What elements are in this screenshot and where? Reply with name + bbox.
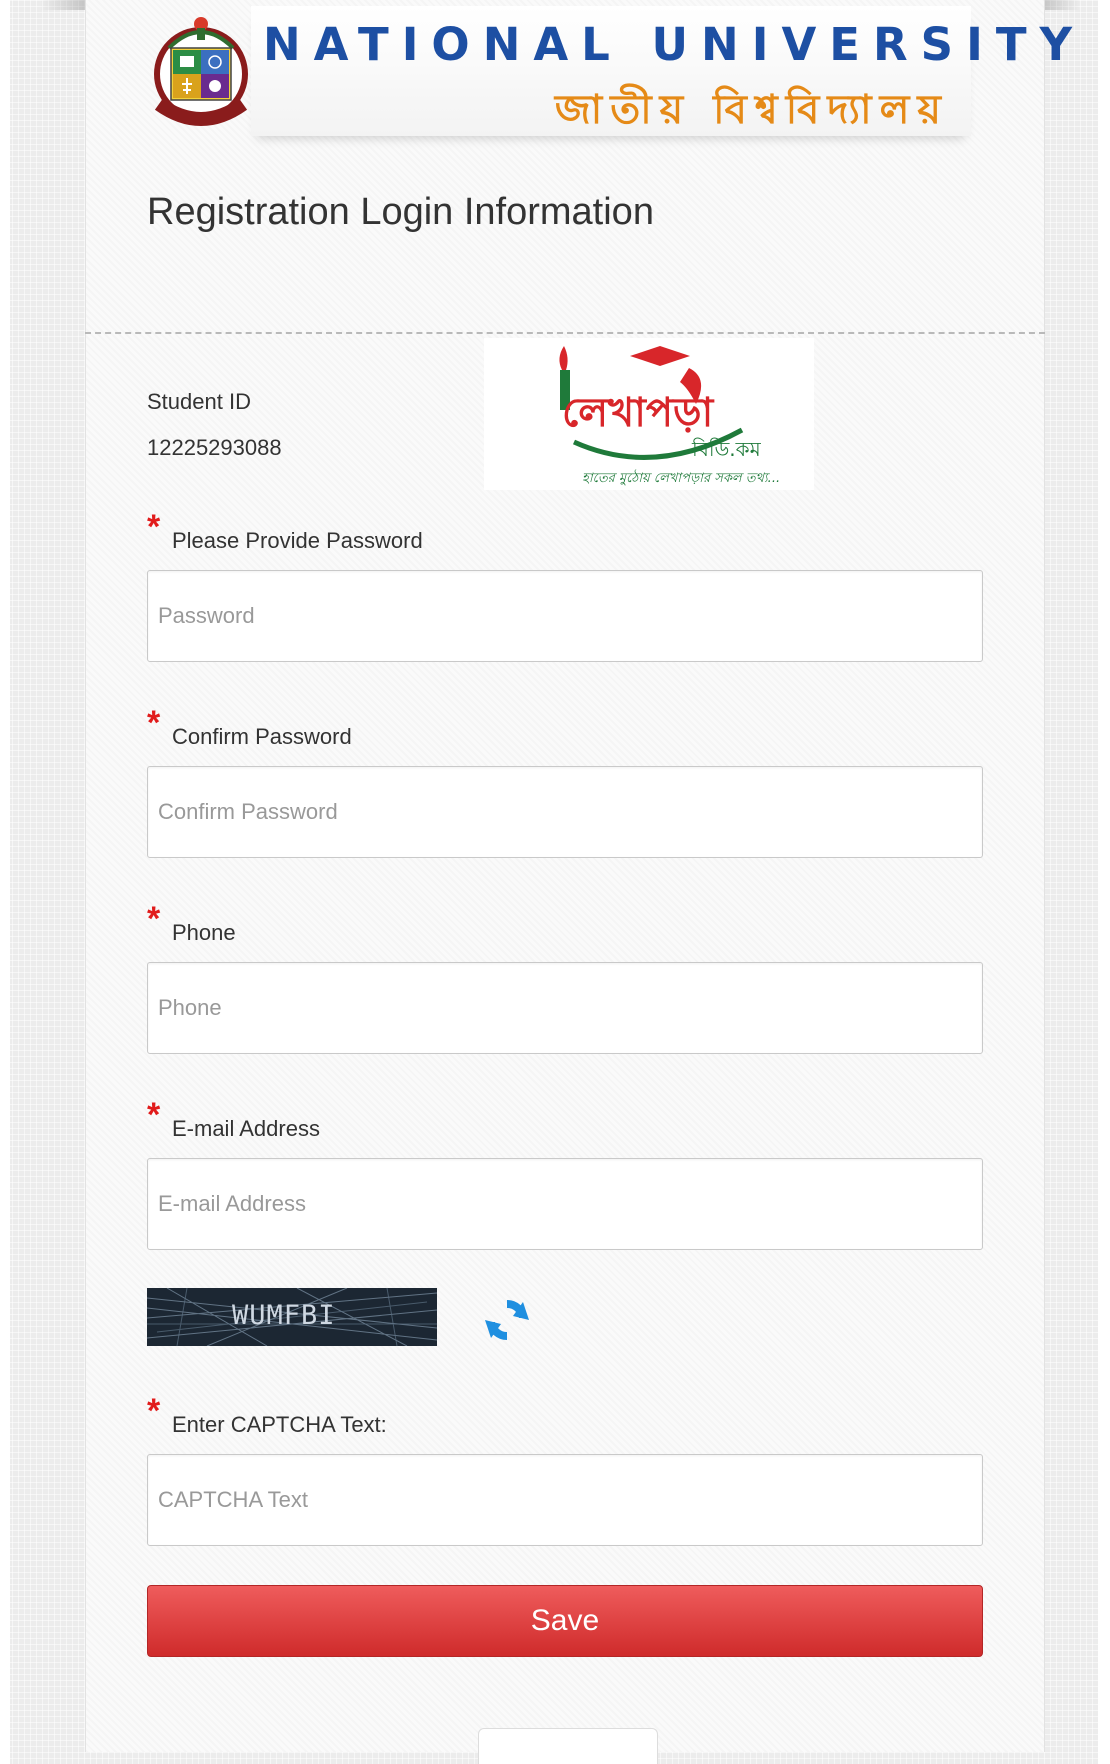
captcha-image: WUMFBI <box>147 1288 437 1346</box>
email-label: E-mail Address <box>172 1116 320 1141</box>
phone-label: Phone <box>172 920 236 945</box>
lekhapora-logo-graphic: লেখাপড়া বিডি.কম হাতের মুঠোয় লেখাপড়ার … <box>559 346 780 487</box>
email-input[interactable] <box>147 1158 983 1250</box>
logo-tagline: হাতের মুঠোয় লেখাপড়ার সকল তথ্য... <box>582 469 780 487</box>
student-id-label: Student ID <box>147 389 251 414</box>
required-marker: * <box>147 1096 161 1134</box>
logo-text-main: লেখাপড়া <box>562 390 715 436</box>
required-marker: * <box>147 1392 161 1430</box>
bottom-tab <box>478 1728 658 1764</box>
password-label: Please Provide Password <box>172 528 423 553</box>
window-frame-left <box>0 0 10 1764</box>
page-title: Registration Login Information <box>147 191 654 233</box>
phone-input[interactable] <box>147 962 983 1054</box>
university-header: NATIONAL UNIVERSITY জাতীয় বিশ্ববিদ্যালয… <box>151 6 1086 141</box>
university-name-en: NATIONAL UNIVERSITY <box>263 18 1086 71</box>
section-divider <box>85 332 1045 334</box>
required-marker: * <box>147 508 161 546</box>
window-frame-right <box>1098 0 1110 1764</box>
captcha-text: WUMFBI <box>232 1300 336 1331</box>
student-id-value: 12225293088 <box>147 435 282 460</box>
national-university-seal-icon <box>154 17 248 126</box>
logo-text-domain: বিডি.কম <box>691 437 762 461</box>
required-marker: * <box>147 704 161 742</box>
required-marker: * <box>147 900 161 938</box>
confirm-password-label: Confirm Password <box>172 724 352 749</box>
captcha-label: Enter CAPTCHA Text: <box>172 1412 387 1437</box>
university-name-bn: জাতীয় বিশ্ববিদ্যালয় <box>554 87 949 133</box>
password-input[interactable] <box>147 570 983 662</box>
refresh-icon[interactable] <box>481 1294 533 1346</box>
confirm-password-input[interactable] <box>147 766 983 858</box>
save-button[interactable]: Save <box>147 1585 983 1657</box>
lekhapora-bd-logo: লেখাপড়া বিডি.কম হাতের মুঠোয় লেখাপড়ার … <box>484 338 814 490</box>
captcha-input[interactable] <box>147 1454 983 1546</box>
